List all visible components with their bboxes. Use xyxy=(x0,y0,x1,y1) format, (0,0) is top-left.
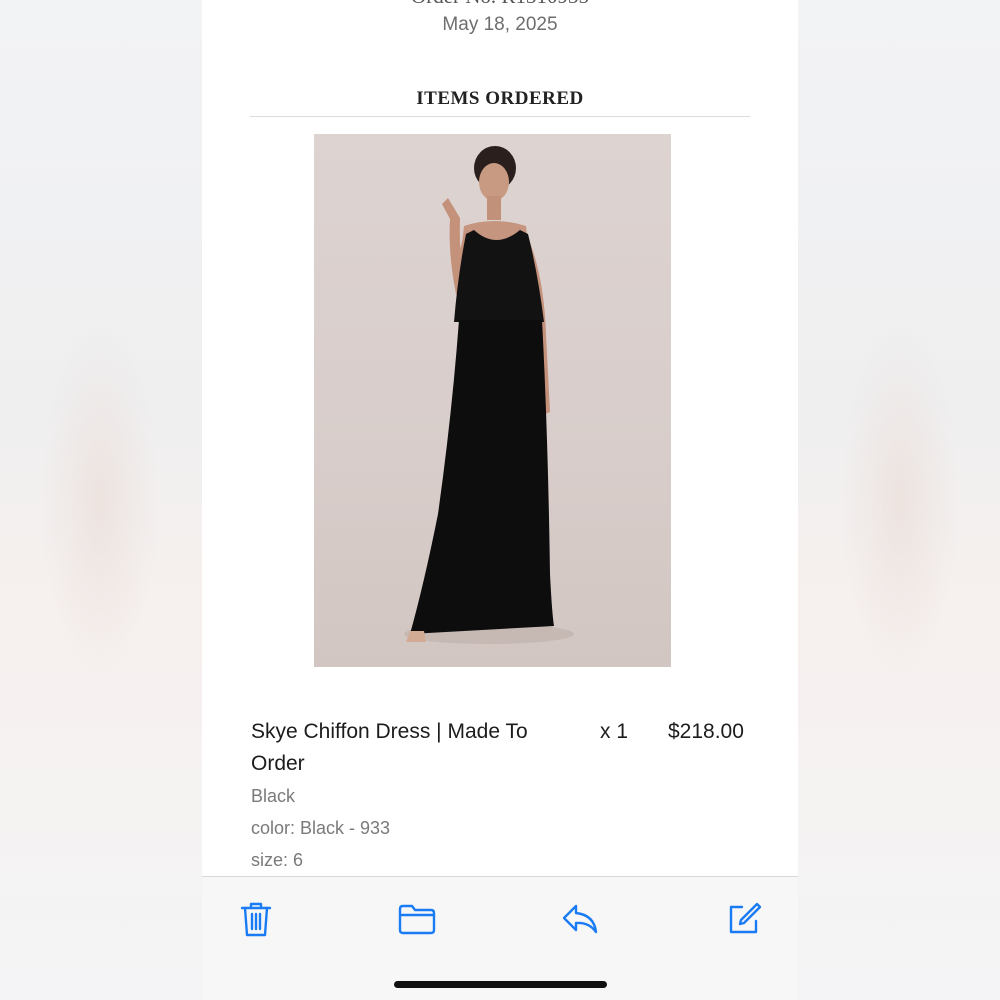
product-image[interactable] xyxy=(314,134,671,667)
item-price: $218.00 xyxy=(668,720,744,743)
mail-screen: Order No. R1310935 May 18, 2025 ITEMS OR… xyxy=(202,0,798,1000)
item-color: color: Black - 933 xyxy=(251,818,391,838)
email-body[interactable]: Order No. R1310935 May 18, 2025 ITEMS OR… xyxy=(202,0,798,876)
delete-button[interactable] xyxy=(236,899,276,939)
item-name[interactable]: Skye Chiffon Dress | Made To Order xyxy=(251,716,551,780)
order-date: May 18, 2025 xyxy=(442,14,558,35)
item-quantity: x 1 xyxy=(600,720,629,743)
compose-button[interactable] xyxy=(724,899,764,939)
compose-icon xyxy=(729,902,762,934)
order-number: Order No. R1310935 xyxy=(202,0,798,9)
section-title: ITEMS ORDERED xyxy=(416,88,584,109)
trash-icon xyxy=(240,902,272,937)
folder-icon xyxy=(398,904,436,935)
home-indicator[interactable] xyxy=(394,981,607,988)
item-variant: Black xyxy=(251,786,296,806)
reply-button[interactable] xyxy=(560,899,600,939)
mail-toolbar xyxy=(202,876,798,1000)
item-size: size: 6 xyxy=(251,850,304,870)
reply-icon xyxy=(562,904,598,934)
background-right xyxy=(798,0,1000,1000)
section-divider xyxy=(250,116,750,117)
move-to-folder-button[interactable] xyxy=(397,899,437,939)
background-left xyxy=(0,0,202,1000)
